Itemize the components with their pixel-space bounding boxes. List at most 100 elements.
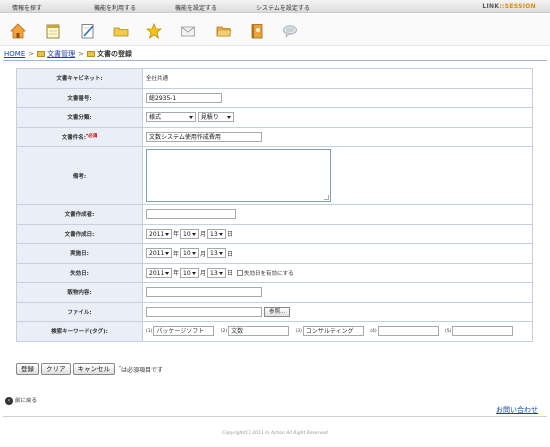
category-label: 文書分類: [16,107,143,128]
note-icon[interactable] [80,23,96,39]
storage-input[interactable] [146,287,262,298]
expiry-enable-label[interactable]: 失効日を有効にする [244,271,294,277]
breadcrumb: HOME > 文書管理 > 文書の登録 [4,49,132,59]
breadcrumb-separator: > [28,50,35,58]
calendar-icon[interactable] [45,23,61,39]
expiry-day-select[interactable]: 13 [207,267,227,278]
row-storage: 販物内容: [16,282,533,303]
tags-label: 検索キーワード(タグ): [16,321,143,342]
year-unit: 年 [173,270,180,278]
tag-number: (2) [220,328,228,334]
month-unit: 月 [200,231,207,239]
author-input[interactable] [146,209,236,220]
expiry-enable-checkbox[interactable] [237,269,244,276]
tag-field: (3) コンサルティング [295,326,369,337]
created-day-select[interactable]: 13 [207,228,227,239]
star-icon[interactable] [146,23,162,39]
register-button[interactable]: 登録 [16,363,39,375]
breadcrumb-doc-management[interactable]: 文書管理 [47,50,75,58]
breadcrumb-divider [3,60,547,61]
row-author: 文書作成者: [16,204,533,225]
clear-button[interactable]: クリア [41,363,71,375]
storage-label: 販物内容: [16,282,143,303]
tag-input-3[interactable]: コンサルティング [302,326,364,337]
back-arrow-icon: ‹ [5,396,13,405]
icon-toolbar [0,14,550,46]
expiry-date-label: 失効日: [16,262,143,283]
row-created-date: 文書作成日: 2011 年 10 月 13 日 [16,223,533,244]
cancel-button[interactable]: キャンセル [72,363,115,375]
copyright-text: Copyright(C) 2011 In Action All Right Re… [222,431,328,436]
page-title: 文書の登録 [97,50,132,58]
file-path-input[interactable] [146,306,262,317]
created-month-select[interactable]: 10 [180,228,200,239]
brand-logo-text: LINK [482,3,500,10]
breadcrumb-home[interactable]: HOME [4,50,25,58]
contact-link[interactable]: お問い合わせ [496,405,538,415]
tag-number: (3) [295,328,302,334]
month-unit: 月 [200,270,207,278]
row-category: 文書分類: 様式 見積り [16,107,533,128]
address-book-icon[interactable] [249,23,265,39]
row-doc-number: 文書番号: 総2935-1 [16,87,533,108]
doc-number-label: 文書番号: [16,87,143,108]
menu-configure-system[interactable]: システムを設定する [256,3,310,12]
top-menu-bar: 情報を探す 機能を利用する 機能を設定する システムを設定する LINK::SE… [0,0,550,13]
day-unit: 日 [227,231,234,239]
tag-field: (4) [370,326,443,337]
year-unit: 年 [173,250,180,258]
mail-icon[interactable] [180,23,196,39]
menu-search-info[interactable]: 情報を探す [12,3,42,12]
row-doc-name: 文書件名:*必須 文数システム使用作成費用 [16,126,533,147]
tag-input-4[interactable] [377,326,439,337]
required-note-text: は必須項目です [121,366,164,374]
day-unit: 日 [227,270,234,278]
required-mark: *必須 [85,133,98,139]
file-label: ファイル: [16,301,143,322]
folder-icon[interactable] [113,23,129,39]
created-year-select[interactable]: 2011 [146,228,172,239]
row-tags: 検索キーワード(タグ): (1) パッケージソフト (2) 文数 (3) コンサルティ… [16,321,533,342]
remarks-textarea[interactable] [146,149,331,202]
footer-divider [3,416,547,417]
row-remarks: 備考: [16,146,533,205]
open-folder-icon[interactable] [216,23,232,39]
remarks-label: 備考: [16,146,143,205]
row-effective-date: 実施日: 2011 年 10 月 13 日 [16,243,533,264]
menu-configure-functions[interactable]: 機能を設定する [175,3,217,12]
back-link[interactable]: ‹ 前に戻る [5,396,37,405]
effective-month-select[interactable]: 10 [180,248,200,259]
doc-name-label: 文書件名: [61,134,86,141]
effective-date-label: 実施日: [16,243,143,264]
day-unit: 日 [227,250,234,258]
home-icon[interactable] [10,23,26,39]
tag-input-1[interactable]: パッケージソフト [153,326,215,337]
breadcrumb-separator: > [78,50,84,58]
author-label: 文書作成者: [16,204,143,225]
form-actions: 登録 クリア キャンセル *は必須項目です [16,363,163,375]
tag-field: (2) 文数 [220,326,294,337]
document-form: 文書キャビネット: 全社共通 文書番号: 総2935-1 文書分類: 様式 見積… [16,68,533,342]
browse-button[interactable]: 参照... [264,306,291,317]
effective-year-select[interactable]: 2011 [146,248,172,259]
tag-input-5[interactable] [452,326,514,337]
row-file: ファイル: 参照... [16,301,533,322]
tag-field: (1) パッケージソフト [146,326,219,337]
cabinet-label: 文書キャビネット: [16,68,143,89]
expiry-year-select[interactable]: 2011 [146,267,172,278]
tag-number: (1) [146,328,153,334]
expiry-month-select[interactable]: 10 [180,267,200,278]
category-select[interactable]: 様式 [146,112,196,123]
subcategory-select[interactable]: 見積り [197,112,234,123]
required-note: *は必須項目です [119,365,164,374]
brand-logo: LINK::SESSION [482,3,536,10]
menu-use-functions[interactable]: 機能を利用する [94,3,136,12]
back-label: 前に戻る [15,398,38,404]
brand-logo-suffix: ::SESSION [499,3,536,10]
tag-input-2[interactable]: 文数 [228,326,290,337]
doc-number-input[interactable]: 総2935-1 [146,92,222,103]
year-unit: 年 [173,231,180,239]
effective-day-select[interactable]: 13 [207,248,227,259]
chat-icon[interactable] [282,23,298,39]
doc-name-input[interactable]: 文数システム使用作成費用 [146,131,262,142]
